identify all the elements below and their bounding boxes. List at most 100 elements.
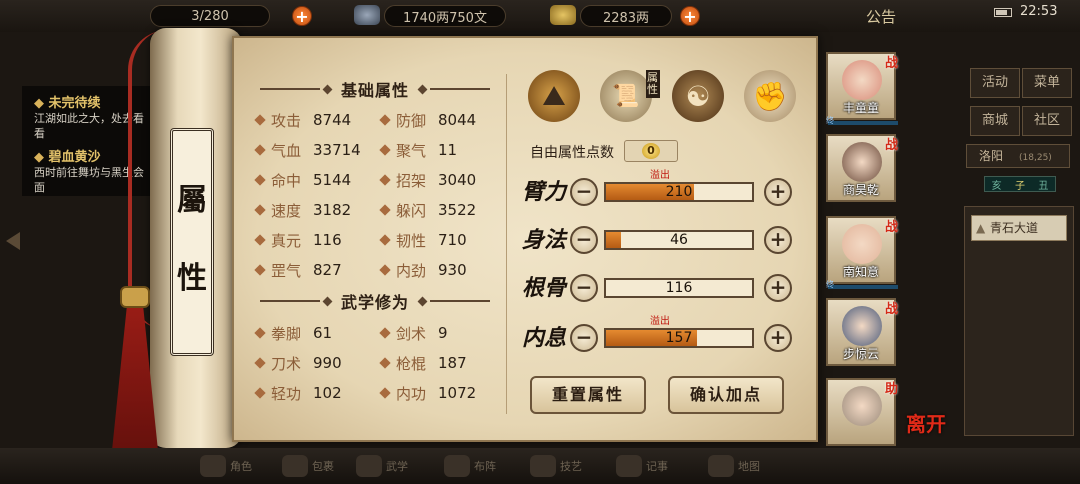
party-member-slot[interactable]: 助 xyxy=(826,378,898,446)
leave-button[interactable]: 离开 xyxy=(906,408,946,437)
stat-row: 轻功 102 内功 1072 xyxy=(254,378,506,408)
bottom-nav-item[interactable]: 地图 xyxy=(708,452,760,480)
nav-icon xyxy=(356,455,382,477)
menu-button[interactable]: 菜单 xyxy=(1022,68,1072,98)
free-points-label: 自由属性点数 xyxy=(530,145,614,161)
character-portrait xyxy=(842,386,882,426)
stat-value: 5144 xyxy=(313,171,352,189)
stat-name: 剑术 xyxy=(396,324,427,343)
stat-name: 罡气 xyxy=(271,261,302,280)
stat-cell: 枪棍 187 xyxy=(379,353,506,374)
increase-button[interactable]: + xyxy=(764,274,792,302)
bottom-nav-item[interactable]: 角色 xyxy=(200,452,252,480)
gold-text: 2283两 xyxy=(602,10,650,26)
diamond-bullet-icon xyxy=(254,234,266,246)
diamond-bullet-icon xyxy=(254,144,266,156)
stat-cell: 罡气 827 xyxy=(254,260,381,281)
decrease-button[interactable]: − xyxy=(570,178,598,206)
basic-attrs-list: 攻击 8744 防御 8044 气血 33714 聚气 11 命中 5144 招架 3040 速度 318… xyxy=(254,105,506,285)
nav-icon xyxy=(200,455,226,477)
battle-badge: 战 xyxy=(884,220,898,235)
member-bar: 终 xyxy=(826,116,898,125)
reset-attributes-button[interactable]: 重置属性 xyxy=(530,376,646,414)
bottom-nav-item[interactable]: 包裹 xyxy=(282,452,334,480)
straw-hat-icon[interactable]: ⛰ xyxy=(528,70,580,122)
attr-bar[interactable]: 157 xyxy=(604,328,754,348)
stat-name: 内功 xyxy=(396,384,427,403)
diamond-bullet-icon xyxy=(379,357,391,369)
party-member-slot[interactable]: 步惊云 战 xyxy=(826,298,898,366)
nav-label: 包裹 xyxy=(312,460,334,473)
stat-value: 3522 xyxy=(438,201,477,219)
attr-value: 210 xyxy=(665,184,693,200)
tab-attributes[interactable]: 📜 属性 xyxy=(600,70,660,122)
battery-icon xyxy=(994,8,1012,17)
nav-icon xyxy=(708,455,734,477)
activity-button[interactable]: 活动 xyxy=(970,68,1020,98)
increase-button[interactable]: + xyxy=(764,226,792,254)
collapse-left-arrow-icon[interactable] xyxy=(6,232,20,250)
triangle-icon: ▲ xyxy=(976,221,986,235)
stat-name: 内劲 xyxy=(396,261,427,280)
stat-name: 聚气 xyxy=(396,141,427,160)
stat-row: 拳脚 61 剑术 9 xyxy=(254,318,506,348)
diamond-bullet-icon xyxy=(379,114,391,126)
overflow-tag: 溢出 xyxy=(650,316,670,327)
martial-attrs-list: 拳脚 61 剑术 9 刀术 990 枪棍 187 轻功 102 内功 1072 xyxy=(254,318,506,408)
free-points-value: 0 xyxy=(642,143,660,159)
decrease-button[interactable]: − xyxy=(570,226,598,254)
nav-icon xyxy=(530,455,556,477)
stat-value: 990 xyxy=(313,354,342,372)
shop-button[interactable]: 商城 xyxy=(970,106,1020,136)
announcement-button[interactable]: 公告 xyxy=(866,6,896,27)
stat-cell: 攻击 8744 xyxy=(254,110,381,131)
stat-value: 33714 xyxy=(313,141,361,159)
stat-name: 速度 xyxy=(271,201,302,220)
diamond-bullet-icon xyxy=(254,387,266,399)
bagua-icon[interactable]: ☯ xyxy=(672,70,724,122)
party-member-slot[interactable]: 丰童童 战终 xyxy=(826,52,898,125)
bottom-nav-item[interactable]: 武学 xyxy=(356,452,408,480)
party-member-slot[interactable]: 商昊乾 战 xyxy=(826,134,898,202)
bottom-nav-item[interactable]: 记事 xyxy=(616,452,668,480)
stat-name: 拳脚 xyxy=(271,324,302,343)
stat-cell: 刀术 990 xyxy=(254,353,381,374)
attr-value: 157 xyxy=(665,330,693,346)
stat-name: 真元 xyxy=(271,231,302,250)
gold-add-button[interactable]: + xyxy=(680,6,700,26)
capacity-add-button[interactable]: + xyxy=(292,6,312,26)
scroll-title-char: 性 xyxy=(177,261,207,296)
attr-bar[interactable]: 210 xyxy=(604,182,754,202)
road-destination-button[interactable]: ▲ 青石大道 xyxy=(971,215,1067,241)
party-member-slot[interactable]: 南知意 战终 xyxy=(826,216,898,289)
location-bar[interactable]: 洛阳 (18,25) xyxy=(966,144,1070,168)
body-meridian-icon[interactable]: ✊ xyxy=(744,70,796,122)
diamond-bullet-icon xyxy=(379,387,391,399)
decrease-button[interactable]: − xyxy=(570,274,598,302)
decrease-button[interactable]: − xyxy=(570,324,598,352)
member-tag: 终 xyxy=(826,280,834,289)
diamond-icon: ◆ xyxy=(34,96,44,111)
attr-bar[interactable]: 116 xyxy=(604,278,754,298)
overflow-tag: 溢出 xyxy=(650,170,670,181)
bottom-nav-item[interactable]: 布阵 xyxy=(444,452,496,480)
stat-cell: 防御 8044 xyxy=(379,110,506,131)
community-button[interactable]: 社区 xyxy=(1022,106,1072,136)
increase-button[interactable]: + xyxy=(764,178,792,206)
stat-value: 930 xyxy=(438,261,467,279)
stat-cell: 速度 3182 xyxy=(254,200,381,221)
increase-button[interactable]: + xyxy=(764,324,792,352)
character-name: 商昊乾 xyxy=(842,183,879,197)
character-name: 丰童童 xyxy=(842,101,879,115)
diamond-bullet-icon xyxy=(254,204,266,216)
nav-label: 记事 xyxy=(646,460,668,473)
tab-label: 属性 xyxy=(646,70,660,98)
stat-cell: 内功 1072 xyxy=(379,383,506,404)
diamond-bullet-icon xyxy=(254,327,266,339)
stat-cell: 命中 5144 xyxy=(254,170,381,191)
time-mark: 亥 xyxy=(991,180,1002,192)
bottom-nav-item[interactable]: 技艺 xyxy=(530,452,582,480)
time-mark: 丑 xyxy=(1038,180,1049,192)
confirm-points-button[interactable]: 确认加点 xyxy=(668,376,784,414)
attr-bar[interactable]: 46 xyxy=(604,230,754,250)
